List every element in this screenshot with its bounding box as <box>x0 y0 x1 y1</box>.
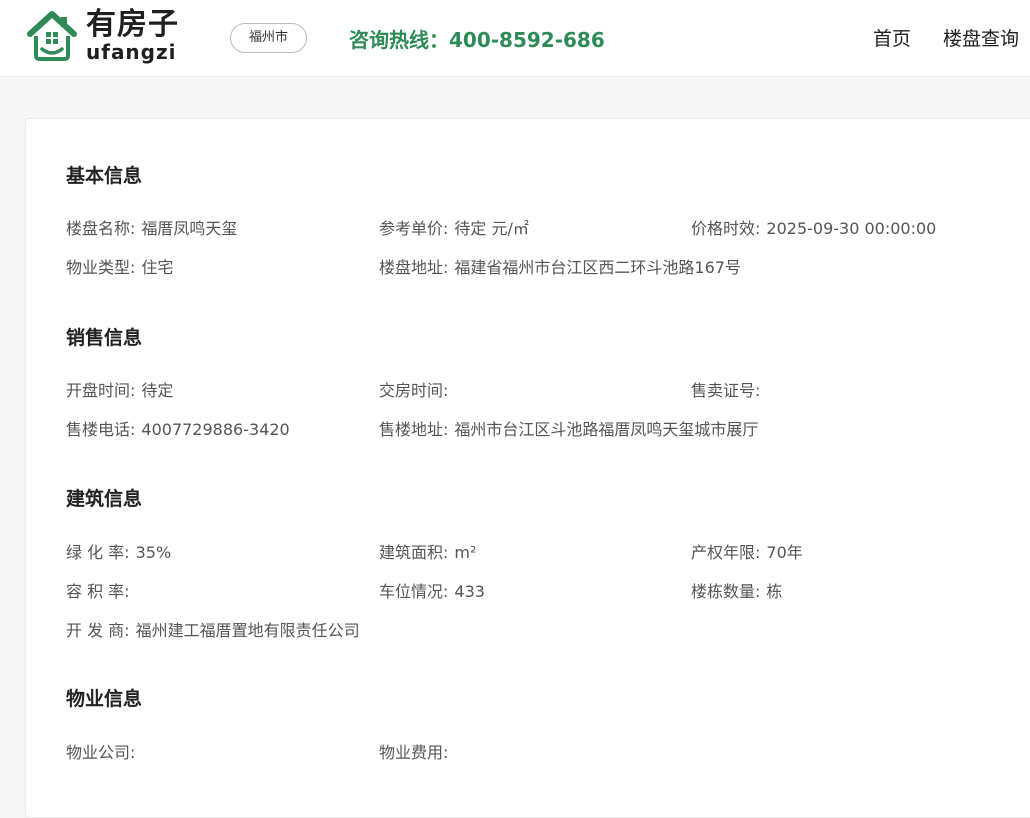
field-price-validity: 价格时效: 2025-09-30 00:00:00 <box>691 219 937 238</box>
site-header: 有房子 ufangzi 福州市 咨询热线：400-8592-686 首页 楼盘查… <box>0 0 1030 77</box>
field-sales-office-address: 售楼地址: 福州市台江区斗池路福厝凤鸣天玺城市展厅 <box>379 420 759 439</box>
field-building-count: 楼栋数量: 栋 <box>691 582 783 601</box>
section-title-basic: 基本信息 <box>66 165 143 187</box>
field-sales-phone: 售楼电话: 4007729886-3420 <box>66 420 290 439</box>
field-unit-price: 参考单价: 待定 元/㎡ <box>379 219 529 238</box>
field-project-address: 楼盘地址: 福建省福州市台江区西二环斗池路167号 <box>379 258 741 277</box>
field-opening-time: 开盘时间: 待定 <box>66 381 174 400</box>
section-title-property: 物业信息 <box>66 688 143 710</box>
field-building-area: 建筑面积: m² <box>379 543 477 562</box>
section-sales: 销售信息 <box>66 323 1026 350</box>
field-property-fee: 物业费用: <box>379 743 449 762</box>
main-nav: 首页 楼盘查询 <box>841 24 1030 51</box>
field-plot-ratio: 容 积 率: <box>66 582 130 601</box>
section-basic: 基本信息 <box>66 161 1026 188</box>
section-building: 建筑信息 <box>66 484 1026 511</box>
hotline-label: 咨询热线： <box>349 28 449 52</box>
field-green-rate: 绿 化 率: 35% <box>66 543 172 562</box>
logo-en-text: ufangzi <box>86 40 177 64</box>
house-logo-icon <box>27 11 77 61</box>
field-property-type: 物业类型: 住宅 <box>66 258 174 277</box>
section-property: 物业信息 <box>66 684 1026 711</box>
nav-home[interactable]: 首页 <box>873 24 911 51</box>
hotline: 咨询热线：400-8592-686 <box>349 24 605 53</box>
field-project-name: 楼盘名称: 福厝凤鸣天玺 <box>66 219 238 238</box>
field-property-rights-term: 产权年限: 70年 <box>691 543 803 562</box>
section-title-sales: 销售信息 <box>66 327 143 349</box>
section-title-building: 建筑信息 <box>66 488 143 510</box>
property-detail-card: 基本信息 楼盘名称: 福厝凤鸣天玺 参考单价: 待定 元/㎡ 价格时效: 2025-0… <box>25 118 1030 818</box>
field-delivery-time: 交房时间: <box>379 381 449 400</box>
field-developer: 开 发 商: 福州建工福厝置地有限责任公司 <box>66 621 360 640</box>
field-sales-permit: 售卖证号: <box>691 381 761 400</box>
nav-property-search[interactable]: 楼盘查询 <box>943 24 1019 51</box>
hotline-number: 400-8592-686 <box>449 28 605 52</box>
field-parking: 车位情况: 433 <box>379 582 485 601</box>
logo[interactable]: 有房子 ufangzi <box>24 8 194 64</box>
city-selector-button[interactable]: 福州市 <box>230 23 307 53</box>
logo-cn-text: 有房子 <box>86 7 179 42</box>
field-property-company: 物业公司: <box>66 743 136 762</box>
